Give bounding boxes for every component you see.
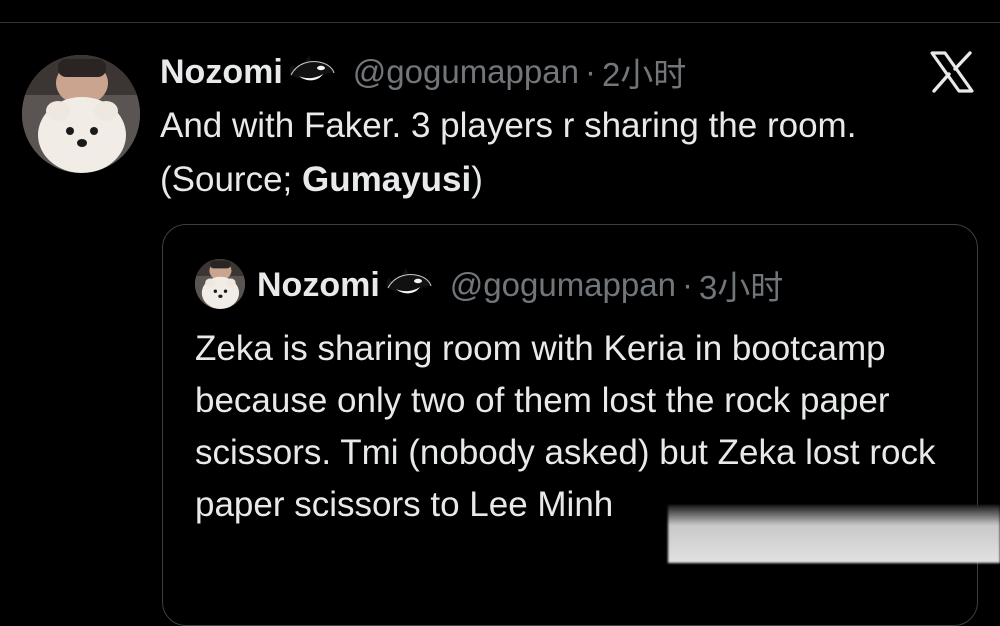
quoted-tweet-text: Zeka is sharing room with Keria in bootc…	[195, 329, 936, 524]
quoted-separator-dot: ·	[681, 266, 693, 303]
quoted-timestamp[interactable]: 3小时	[699, 261, 783, 309]
handle[interactable]: @gogumappan	[353, 53, 579, 91]
tweet-text-line1: And with Faker. 3 players r sharing the …	[160, 106, 857, 145]
separator-dot: ·	[584, 53, 596, 90]
quoted-handle[interactable]: @gogumappan	[450, 266, 676, 304]
display-name[interactable]: Nozomi	[160, 53, 283, 92]
source-suffix: )	[471, 160, 483, 199]
tweet-text-source: (Source; Gumayusi)	[160, 153, 970, 207]
x-logo-icon[interactable]	[930, 51, 974, 93]
tweet-text: And with Faker. 3 players r sharing the …	[160, 99, 970, 207]
orca-emoji-icon	[386, 268, 432, 302]
source-name-link[interactable]: Gumayusi	[302, 160, 471, 199]
tweet-header: Nozomi @gogumappan · 2小时	[160, 50, 686, 94]
tweet[interactable]: Nozomi @gogumappan · 2小时 And with Faker.…	[0, 23, 1000, 626]
avatar[interactable]	[22, 55, 140, 173]
quoted-avatar[interactable]	[195, 259, 245, 309]
quoted-tweet-card[interactable]: Nozomi @gogumappan · 3小时 Zeka is sharing…	[162, 224, 978, 626]
orca-emoji-icon	[289, 55, 335, 89]
quoted-tweet-header: Nozomi @gogumappan · 3小时	[257, 263, 783, 307]
watermark-blur	[668, 505, 1000, 563]
timestamp[interactable]: 2小时	[602, 48, 686, 96]
quoted-display-name[interactable]: Nozomi	[257, 266, 380, 305]
source-prefix: (Source;	[160, 160, 302, 199]
